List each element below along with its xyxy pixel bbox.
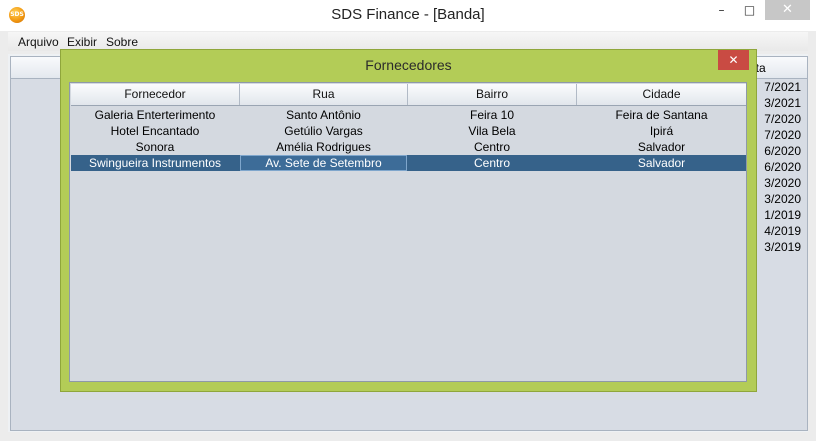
cell-fornecedor: Sonora bbox=[135, 140, 175, 154]
cell-rua: Getúlio Vargas bbox=[284, 124, 363, 138]
cell-fornecedor: Galeria Enterterimento bbox=[94, 108, 216, 122]
window-title: SDS Finance - [Banda] bbox=[331, 6, 485, 23]
col-header-bairro[interactable]: Bairro bbox=[408, 84, 577, 105]
cell-fornecedor: Hotel Encantado bbox=[110, 124, 200, 138]
table-row[interactable]: Galeria Enterterimento Santo Antônio Fei… bbox=[71, 107, 746, 123]
menu-exibir[interactable]: Exibir bbox=[67, 35, 97, 49]
table-row-selected[interactable]: Swingueira Instrumentos Av. Sete de Sete… bbox=[71, 155, 746, 171]
cell-bairro: Vila Bela bbox=[468, 124, 516, 138]
menu-arquivo[interactable]: Arquivo bbox=[18, 35, 59, 49]
minimize-button[interactable]: – bbox=[708, 0, 735, 20]
cell-rua: Santo Antônio bbox=[286, 108, 361, 122]
cell-rua: Amélia Rodrigues bbox=[276, 140, 371, 154]
cell-rua-focused: Av. Sete de Setembro bbox=[240, 155, 407, 171]
dialog-close-button[interactable]: ✕ bbox=[718, 50, 749, 70]
col-header-rua[interactable]: Rua bbox=[240, 84, 408, 105]
dialog-title: Fornecedores bbox=[365, 57, 452, 73]
cell-bairro: Centro bbox=[473, 156, 511, 170]
table-row[interactable]: Hotel Encantado Getúlio Vargas Vila Bela… bbox=[71, 123, 746, 139]
maximize-button[interactable]: □ bbox=[736, 0, 763, 20]
cell-cidade: Ipirá bbox=[649, 124, 674, 138]
col-header-fornecedor[interactable]: Fornecedor bbox=[71, 84, 240, 105]
fornecedores-table[interactable]: Fornecedor Rua Bairro Cidade Galeria Ent… bbox=[69, 82, 747, 382]
cell-bairro: Centro bbox=[473, 140, 511, 154]
table-header: Fornecedor Rua Bairro Cidade bbox=[71, 84, 746, 106]
close-button[interactable]: ✕ bbox=[765, 0, 810, 20]
cell-cidade: Feira de Santana bbox=[615, 108, 708, 122]
cell-cidade: Salvador bbox=[637, 156, 686, 170]
col-header-cidade[interactable]: Cidade bbox=[577, 84, 746, 105]
table-row[interactable]: Sonora Amélia Rodrigues Centro Salvador bbox=[71, 139, 746, 155]
cell-bairro: Feira 10 bbox=[469, 108, 515, 122]
title-bar: SDS SDS Finance - [Banda] – □ ✕ bbox=[0, 0, 816, 31]
cell-fornecedor: Swingueira Instrumentos bbox=[88, 156, 222, 170]
cell-cidade: Salvador bbox=[637, 140, 686, 154]
menu-sobre[interactable]: Sobre bbox=[106, 35, 138, 49]
fornecedores-dialog: Fornecedores ✕ Fornecedor Rua Bairro Cid… bbox=[60, 49, 757, 392]
